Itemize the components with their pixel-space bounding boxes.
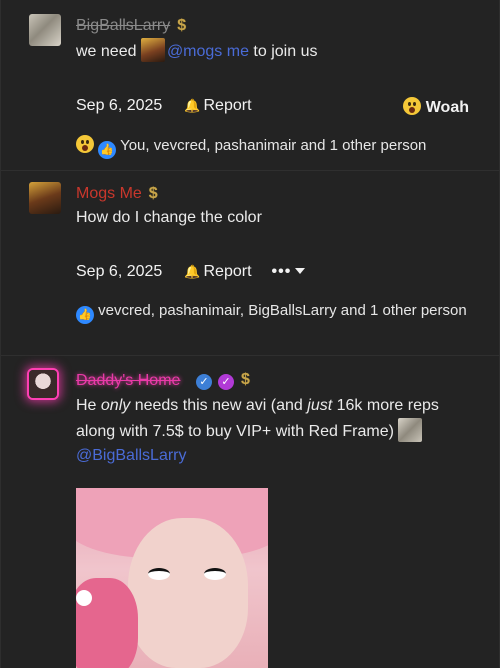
thread-panel: BigBallsLarry $ we need @mogs me to join … bbox=[0, 0, 500, 668]
dollar-badge-icon: $ bbox=[241, 371, 250, 388]
reaction-label: Woah bbox=[425, 99, 469, 116]
dollar-badge-icon: $ bbox=[177, 17, 187, 34]
post-date[interactable]: Sep 6, 2025 bbox=[76, 97, 162, 114]
message-emphasis: just bbox=[307, 397, 333, 414]
image-eye bbox=[148, 568, 170, 580]
divider bbox=[1, 355, 500, 356]
post-meta: Sep 6, 2025 🔔 Report bbox=[76, 97, 252, 115]
like-icon: 👍 bbox=[76, 306, 94, 324]
avatar[interactable] bbox=[29, 182, 61, 214]
message-text: He bbox=[76, 397, 101, 414]
username-text[interactable]: Daddy's Home bbox=[76, 372, 180, 389]
avatar[interactable] bbox=[29, 14, 61, 46]
message-text: to join us bbox=[248, 43, 318, 60]
image-face bbox=[128, 518, 248, 668]
mention-avatar bbox=[140, 38, 165, 62]
wow-emoji-icon bbox=[76, 135, 94, 153]
report-button[interactable]: 🔔 Report bbox=[184, 97, 251, 114]
message-text: we need bbox=[76, 43, 141, 60]
image-eye bbox=[204, 568, 226, 580]
username[interactable]: Mogs Me $ bbox=[76, 185, 158, 203]
mention-avatar bbox=[398, 418, 423, 442]
reaction-button[interactable]: Woah bbox=[403, 97, 469, 117]
image-plush-bear bbox=[76, 578, 138, 668]
like-icon: 👍 bbox=[98, 141, 117, 159]
more-options-button[interactable]: ••• bbox=[272, 263, 306, 280]
post-message: How do I change the color bbox=[76, 209, 262, 226]
reactions-text: You, vevcred, pashanimair and 1 other pe… bbox=[120, 137, 427, 154]
reactions-text: vevcred, pashanimair, BigBallsLarry and … bbox=[98, 302, 467, 319]
purple-check-icon: ✓ bbox=[218, 374, 234, 390]
username[interactable]: Daddy's Home bbox=[76, 372, 180, 390]
username-text[interactable]: BigBallsLarry bbox=[76, 17, 170, 34]
bell-icon: 🔔 bbox=[184, 98, 201, 113]
badges: ✓ ✓ $ bbox=[190, 371, 250, 390]
wow-emoji-icon bbox=[403, 97, 422, 115]
post-date[interactable]: Sep 6, 2025 bbox=[76, 263, 162, 280]
attached-image[interactable] bbox=[76, 488, 268, 668]
avatar[interactable] bbox=[29, 370, 57, 398]
message-emphasis: only bbox=[100, 397, 131, 414]
divider bbox=[1, 170, 500, 171]
dollar-badge-icon: $ bbox=[148, 185, 158, 202]
reactions-summary[interactable]: 👍 vevcred, pashanimair, BigBallsLarry an… bbox=[76, 300, 476, 324]
post-meta: Sep 6, 2025 🔔 Report ••• bbox=[76, 263, 306, 281]
more-dots-icon: ••• bbox=[271, 263, 292, 280]
username[interactable]: BigBallsLarry $ bbox=[76, 17, 186, 35]
verified-check-icon: ✓ bbox=[196, 374, 212, 390]
report-label: Report bbox=[203, 97, 252, 114]
chevron-down-icon bbox=[295, 268, 306, 274]
user-mention-link[interactable]: @mogs me bbox=[167, 43, 249, 60]
report-button[interactable]: 🔔 Report bbox=[184, 263, 251, 280]
post-message: we need @mogs me to join us bbox=[76, 38, 317, 64]
post-message: He only needs this new avi (and just 16k… bbox=[76, 394, 476, 468]
reactions-summary[interactable]: 👍 You, vevcred, pashanimair and 1 other … bbox=[76, 135, 476, 159]
bell-icon: 🔔 bbox=[184, 264, 201, 279]
message-text: needs this new avi (and bbox=[130, 397, 308, 414]
username-text[interactable]: Mogs Me bbox=[76, 185, 142, 202]
report-label: Report bbox=[203, 263, 252, 280]
user-mention-link[interactable]: @BigBallsLarry bbox=[76, 447, 187, 464]
